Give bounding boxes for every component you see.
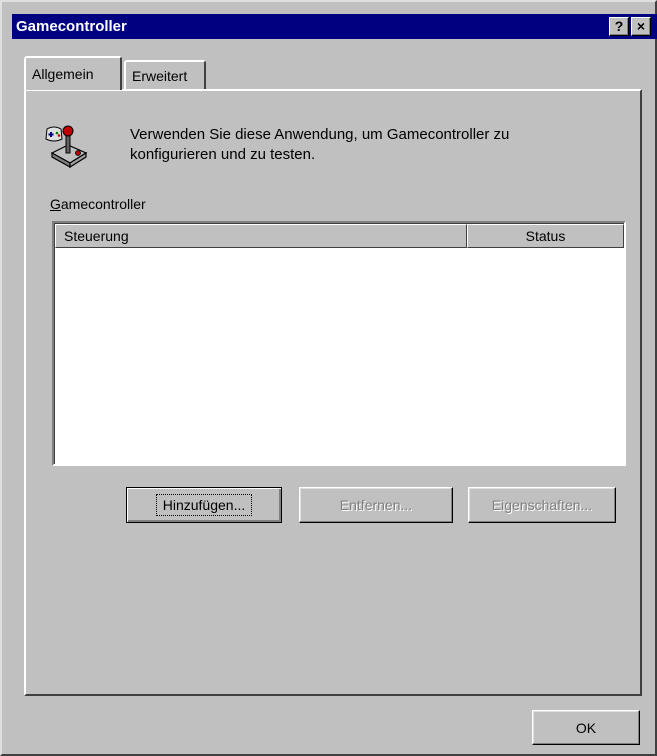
window-title: Gamecontroller — [16, 18, 127, 35]
tab-allgemein-label: Allgemein — [32, 66, 94, 82]
group-label-rest: amecontroller — [60, 196, 146, 212]
remove-button[interactable]: Entfernen... — [299, 487, 453, 523]
joystick-icon — [45, 125, 88, 169]
close-button[interactable]: × — [631, 17, 651, 36]
help-button[interactable]: ? — [609, 17, 629, 36]
tab-erweitert-label: Erweitert — [132, 68, 188, 84]
add-button-label: Hinzufügen... — [155, 494, 253, 516]
gamecontroller-group-label: Gamecontroller — [50, 196, 146, 212]
tab-panel-allgemein: Verwenden Sie diese Anwendung, um Gameco… — [24, 89, 642, 696]
add-button[interactable]: Hinzufügen... — [126, 487, 282, 523]
ok-button[interactable]: OK — [532, 710, 640, 745]
group-label-mnemonic: G — [50, 196, 61, 212]
list-header: Steuerung Status — [55, 224, 624, 248]
tab-allgemein[interactable]: Allgemein — [24, 56, 122, 90]
column-header-status[interactable]: Status — [467, 224, 624, 248]
properties-button[interactable]: Eigenschaften... — [468, 487, 616, 523]
tab-erweitert[interactable]: Erweitert — [124, 60, 206, 91]
title-bar[interactable]: Gamecontroller ? × — [12, 14, 657, 39]
controller-list[interactable]: Steuerung Status — [52, 221, 626, 466]
dialog-window: Gamecontroller ? × Allgemein Erweitert V… — [0, 0, 657, 756]
description-text: Verwenden Sie diese Anwendung, um Gameco… — [130, 126, 510, 163]
column-header-steuerung[interactable]: Steuerung — [55, 224, 467, 248]
